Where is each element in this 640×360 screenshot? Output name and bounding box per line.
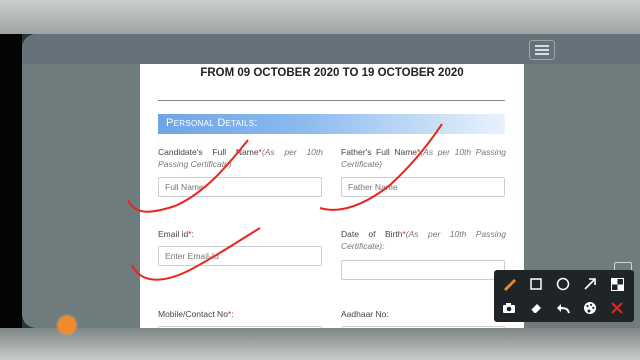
- arrow-icon[interactable]: [580, 274, 600, 294]
- email-input[interactable]: [158, 246, 322, 266]
- blur-icon[interactable]: [607, 274, 627, 294]
- aadhaar-input[interactable]: [341, 326, 505, 328]
- undo-icon[interactable]: [553, 298, 573, 318]
- candidate-name-label: Candidate's Full Name*(As per 10th Passi…: [158, 146, 323, 170]
- father-name-label: Father's Full Name*(As per 10th Passing …: [341, 146, 506, 170]
- mobile-label: Mobile/Contact No*:: [158, 308, 323, 320]
- camera-icon[interactable]: [499, 298, 519, 318]
- left-black-bar: [0, 34, 22, 328]
- palette-icon[interactable]: [580, 298, 600, 318]
- label-text: Candidate's Full Name: [158, 147, 259, 157]
- video-top-blur: [0, 0, 640, 34]
- aadhaar-label: Aadhaar No:: [341, 308, 506, 320]
- eraser-icon[interactable]: [526, 298, 546, 318]
- rectangle-icon[interactable]: [526, 274, 546, 294]
- label-text: Mobile/Contact No: [158, 309, 228, 319]
- dob-input[interactable]: [341, 260, 505, 280]
- annotation-toolbar: [494, 270, 634, 322]
- email-label: Email id*:: [158, 228, 323, 240]
- circle-icon[interactable]: [553, 274, 573, 294]
- form-date-range: FROM 09 OCTOBER 2020 TO 19 OCTOBER 2020: [200, 67, 464, 79]
- dob-label: Date of Birth*(As per 10th Passing Certi…: [341, 228, 506, 252]
- video-bottom-blur: [0, 328, 640, 360]
- label-suffix: :: [191, 229, 194, 239]
- close-icon[interactable]: [607, 298, 627, 318]
- registration-form: FROM 09 OCTOBER 2020 TO 19 OCTOBER 2020 …: [140, 64, 524, 328]
- menu-line-icon: [535, 49, 549, 51]
- mobile-input[interactable]: [158, 326, 322, 328]
- label-text: Email id: [158, 229, 189, 239]
- label-text: Aadhaar No:: [341, 309, 389, 319]
- floating-record-indicator[interactable]: [58, 316, 76, 334]
- menu-line-icon: [535, 53, 549, 55]
- pen-icon[interactable]: [499, 274, 519, 294]
- app-header: [22, 34, 640, 64]
- hamburger-menu-button[interactable]: [529, 40, 555, 60]
- full-name-input[interactable]: [158, 177, 322, 197]
- label-text: Father's Full Name: [341, 147, 418, 157]
- section-header-personal-details: Personal Details:: [158, 114, 505, 134]
- father-name-input[interactable]: [341, 177, 505, 197]
- section-title: Personal Details:: [166, 117, 258, 129]
- label-suffix: :: [231, 309, 234, 319]
- divider: [158, 100, 505, 101]
- menu-line-icon: [535, 45, 549, 47]
- label-text: Date of Birth: [341, 229, 403, 239]
